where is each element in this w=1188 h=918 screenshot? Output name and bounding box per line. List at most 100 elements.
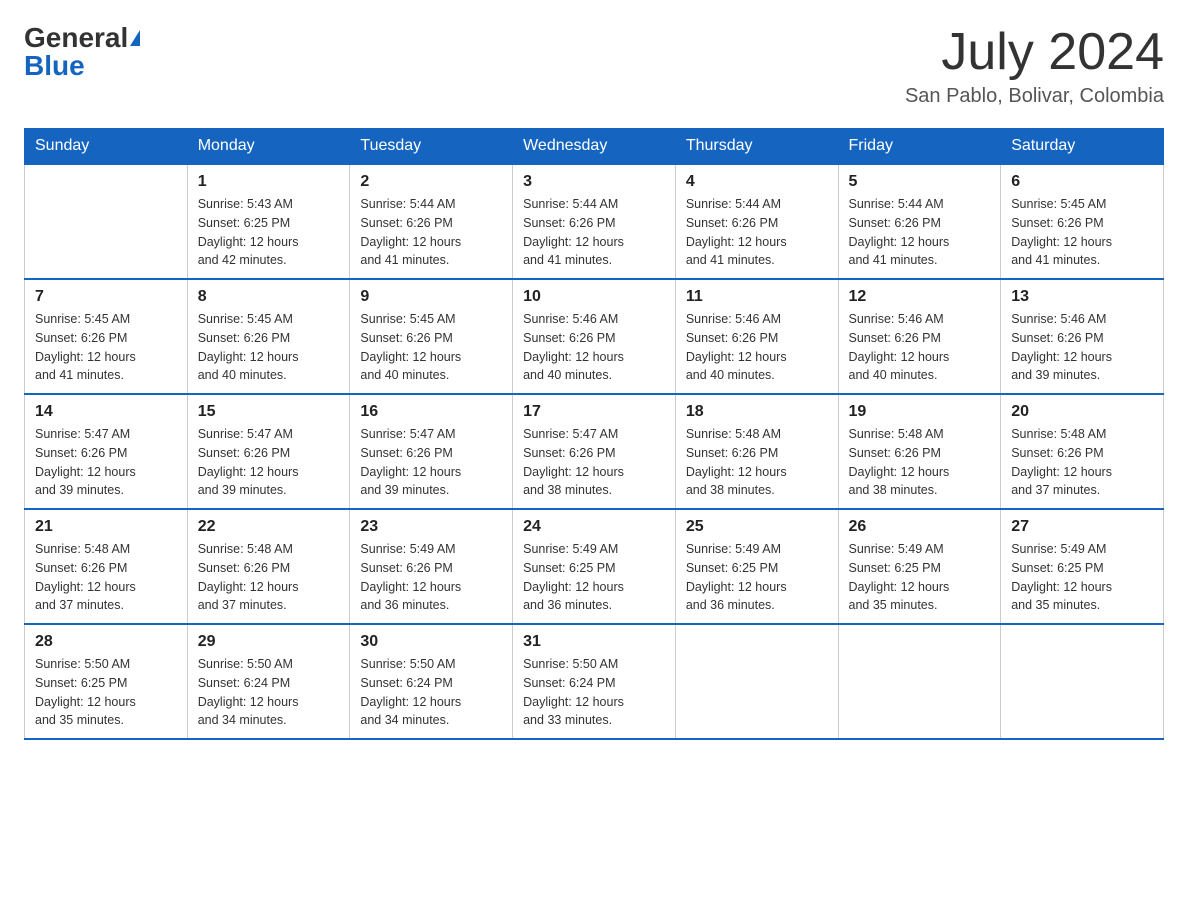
calendar-cell: 13 Sunrise: 5:46 AMSunset: 6:26 PMDayligh… xyxy=(1001,279,1164,394)
calendar-cell: 2 Sunrise: 5:44 AMSunset: 6:26 PMDaylight… xyxy=(350,164,513,279)
calendar-cell: 4 Sunrise: 5:44 AMSunset: 6:26 PMDaylight… xyxy=(675,164,838,279)
day-number: 9 xyxy=(360,288,502,306)
calendar-cell: 9 Sunrise: 5:45 AMSunset: 6:26 PMDaylight… xyxy=(350,279,513,394)
calendar-week-row: 21 Sunrise: 5:48 AMSunset: 6:26 PMDayligh… xyxy=(25,509,1164,624)
logo-blue: Blue xyxy=(24,52,85,80)
day-info: Sunrise: 5:48 AMSunset: 6:26 PMDaylight:… xyxy=(686,425,828,500)
day-info: Sunrise: 5:44 AMSunset: 6:26 PMDaylight:… xyxy=(360,195,502,270)
day-number: 2 xyxy=(360,173,502,191)
calendar-cell: 26 Sunrise: 5:49 AMSunset: 6:25 PMDayligh… xyxy=(838,509,1001,624)
day-number: 22 xyxy=(198,518,340,536)
day-number: 12 xyxy=(849,288,991,306)
day-info: Sunrise: 5:50 AMSunset: 6:24 PMDaylight:… xyxy=(523,655,665,730)
day-info: Sunrise: 5:49 AMSunset: 6:25 PMDaylight:… xyxy=(1011,540,1153,615)
day-number: 15 xyxy=(198,403,340,421)
calendar-cell: 18 Sunrise: 5:48 AMSunset: 6:26 PMDayligh… xyxy=(675,394,838,509)
day-info: Sunrise: 5:47 AMSunset: 6:26 PMDaylight:… xyxy=(523,425,665,500)
day-info: Sunrise: 5:48 AMSunset: 6:26 PMDaylight:… xyxy=(849,425,991,500)
day-info: Sunrise: 5:47 AMSunset: 6:26 PMDaylight:… xyxy=(198,425,340,500)
calendar-cell: 28 Sunrise: 5:50 AMSunset: 6:25 PMDayligh… xyxy=(25,624,188,739)
day-number: 31 xyxy=(523,633,665,651)
calendar-cell: 11 Sunrise: 5:46 AMSunset: 6:26 PMDayligh… xyxy=(675,279,838,394)
calendar-cell: 10Sunrise: 5:46 AMSunset: 6:26 PMDayligh… xyxy=(513,279,676,394)
calendar-week-row: 14 Sunrise: 5:47 AMSunset: 6:26 PMDayligh… xyxy=(25,394,1164,509)
day-number: 20 xyxy=(1011,403,1153,421)
day-info: Sunrise: 5:46 AMSunset: 6:26 PMDaylight:… xyxy=(686,310,828,385)
logo-general: General xyxy=(24,24,128,52)
day-info: Sunrise: 5:49 AMSunset: 6:25 PMDaylight:… xyxy=(849,540,991,615)
day-number: 23 xyxy=(360,518,502,536)
calendar-cell: 21 Sunrise: 5:48 AMSunset: 6:26 PMDayligh… xyxy=(25,509,188,624)
day-number: 30 xyxy=(360,633,502,651)
day-info: Sunrise: 5:45 AMSunset: 6:26 PMDaylight:… xyxy=(360,310,502,385)
day-number: 3 xyxy=(523,173,665,191)
day-number: 21 xyxy=(35,518,177,536)
day-number: 6 xyxy=(1011,173,1153,191)
calendar-header-row: SundayMondayTuesdayWednesdayThursdayFrid… xyxy=(25,129,1164,165)
day-number: 4 xyxy=(686,173,828,191)
day-info: Sunrise: 5:47 AMSunset: 6:26 PMDaylight:… xyxy=(360,425,502,500)
logo: General Blue xyxy=(24,24,140,80)
day-number: 28 xyxy=(35,633,177,651)
calendar-day-header: Wednesday xyxy=(513,129,676,165)
day-number: 1 xyxy=(198,173,340,191)
day-number: 5 xyxy=(849,173,991,191)
day-info: Sunrise: 5:47 AMSunset: 6:26 PMDaylight:… xyxy=(35,425,177,500)
day-number: 16 xyxy=(360,403,502,421)
calendar-cell xyxy=(25,164,188,279)
day-info: Sunrise: 5:50 AMSunset: 6:25 PMDaylight:… xyxy=(35,655,177,730)
calendar-cell: 24 Sunrise: 5:49 AMSunset: 6:25 PMDayligh… xyxy=(513,509,676,624)
day-number: 29 xyxy=(198,633,340,651)
calendar-cell: 23 Sunrise: 5:49 AMSunset: 6:26 PMDayligh… xyxy=(350,509,513,624)
day-info: Sunrise: 5:48 AMSunset: 6:26 PMDaylight:… xyxy=(35,540,177,615)
month-year-title: July 2024 xyxy=(905,24,1164,81)
calendar-cell: 30 Sunrise: 5:50 AMSunset: 6:24 PMDayligh… xyxy=(350,624,513,739)
calendar-day-header: Friday xyxy=(838,129,1001,165)
day-info: Sunrise: 5:46 AMSunset: 6:26 PMDaylight:… xyxy=(849,310,991,385)
day-info: Sunrise: 5:49 AMSunset: 6:25 PMDaylight:… xyxy=(523,540,665,615)
calendar-cell: 31 Sunrise: 5:50 AMSunset: 6:24 PMDayligh… xyxy=(513,624,676,739)
day-number: 13 xyxy=(1011,288,1153,306)
day-info: Sunrise: 5:44 AMSunset: 6:26 PMDaylight:… xyxy=(523,195,665,270)
day-info: Sunrise: 5:49 AMSunset: 6:25 PMDaylight:… xyxy=(686,540,828,615)
day-info: Sunrise: 5:50 AMSunset: 6:24 PMDaylight:… xyxy=(360,655,502,730)
calendar-cell: 12 Sunrise: 5:46 AMSunset: 6:26 PMDayligh… xyxy=(838,279,1001,394)
title-block: July 2024 San Pablo, Bolivar, Colombia xyxy=(905,24,1164,108)
calendar-cell: 14 Sunrise: 5:47 AMSunset: 6:26 PMDayligh… xyxy=(25,394,188,509)
day-number: 11 xyxy=(686,288,828,306)
day-info: Sunrise: 5:46 AMSunset: 6:26 PMDaylight:… xyxy=(1011,310,1153,385)
day-number: 10 xyxy=(523,288,665,306)
day-number: 8 xyxy=(198,288,340,306)
calendar-cell xyxy=(675,624,838,739)
day-info: Sunrise: 5:48 AMSunset: 6:26 PMDaylight:… xyxy=(1011,425,1153,500)
calendar-cell: 5 Sunrise: 5:44 AMSunset: 6:26 PMDaylight… xyxy=(838,164,1001,279)
day-info: Sunrise: 5:44 AMSunset: 6:26 PMDaylight:… xyxy=(849,195,991,270)
day-number: 27 xyxy=(1011,518,1153,536)
calendar-cell: 19Sunrise: 5:48 AMSunset: 6:26 PMDayligh… xyxy=(838,394,1001,509)
day-number: 14 xyxy=(35,403,177,421)
day-info: Sunrise: 5:48 AMSunset: 6:26 PMDaylight:… xyxy=(198,540,340,615)
calendar-cell: 25 Sunrise: 5:49 AMSunset: 6:25 PMDayligh… xyxy=(675,509,838,624)
day-number: 17 xyxy=(523,403,665,421)
day-info: Sunrise: 5:44 AMSunset: 6:26 PMDaylight:… xyxy=(686,195,828,270)
calendar-day-header: Thursday xyxy=(675,129,838,165)
day-number: 26 xyxy=(849,518,991,536)
day-info: Sunrise: 5:45 AMSunset: 6:26 PMDaylight:… xyxy=(35,310,177,385)
calendar-cell: 27 Sunrise: 5:49 AMSunset: 6:25 PMDayligh… xyxy=(1001,509,1164,624)
day-number: 25 xyxy=(686,518,828,536)
calendar-cell: 22 Sunrise: 5:48 AMSunset: 6:26 PMDayligh… xyxy=(187,509,350,624)
day-info: Sunrise: 5:49 AMSunset: 6:26 PMDaylight:… xyxy=(360,540,502,615)
calendar-cell: 6 Sunrise: 5:45 AMSunset: 6:26 PMDaylight… xyxy=(1001,164,1164,279)
page-header: General Blue July 2024 San Pablo, Boliva… xyxy=(24,24,1164,108)
day-number: 24 xyxy=(523,518,665,536)
calendar-day-header: Tuesday xyxy=(350,129,513,165)
calendar-cell: 29Sunrise: 5:50 AMSunset: 6:24 PMDayligh… xyxy=(187,624,350,739)
calendar-cell: 15 Sunrise: 5:47 AMSunset: 6:26 PMDayligh… xyxy=(187,394,350,509)
day-number: 18 xyxy=(686,403,828,421)
calendar-week-row: 1Sunrise: 5:43 AMSunset: 6:25 PMDaylight… xyxy=(25,164,1164,279)
day-info: Sunrise: 5:45 AMSunset: 6:26 PMDaylight:… xyxy=(1011,195,1153,270)
calendar-cell: 16 Sunrise: 5:47 AMSunset: 6:26 PMDayligh… xyxy=(350,394,513,509)
location-subtitle: San Pablo, Bolivar, Colombia xyxy=(905,85,1164,108)
calendar-cell: 20 Sunrise: 5:48 AMSunset: 6:26 PMDayligh… xyxy=(1001,394,1164,509)
calendar-week-row: 7Sunrise: 5:45 AMSunset: 6:26 PMDaylight… xyxy=(25,279,1164,394)
